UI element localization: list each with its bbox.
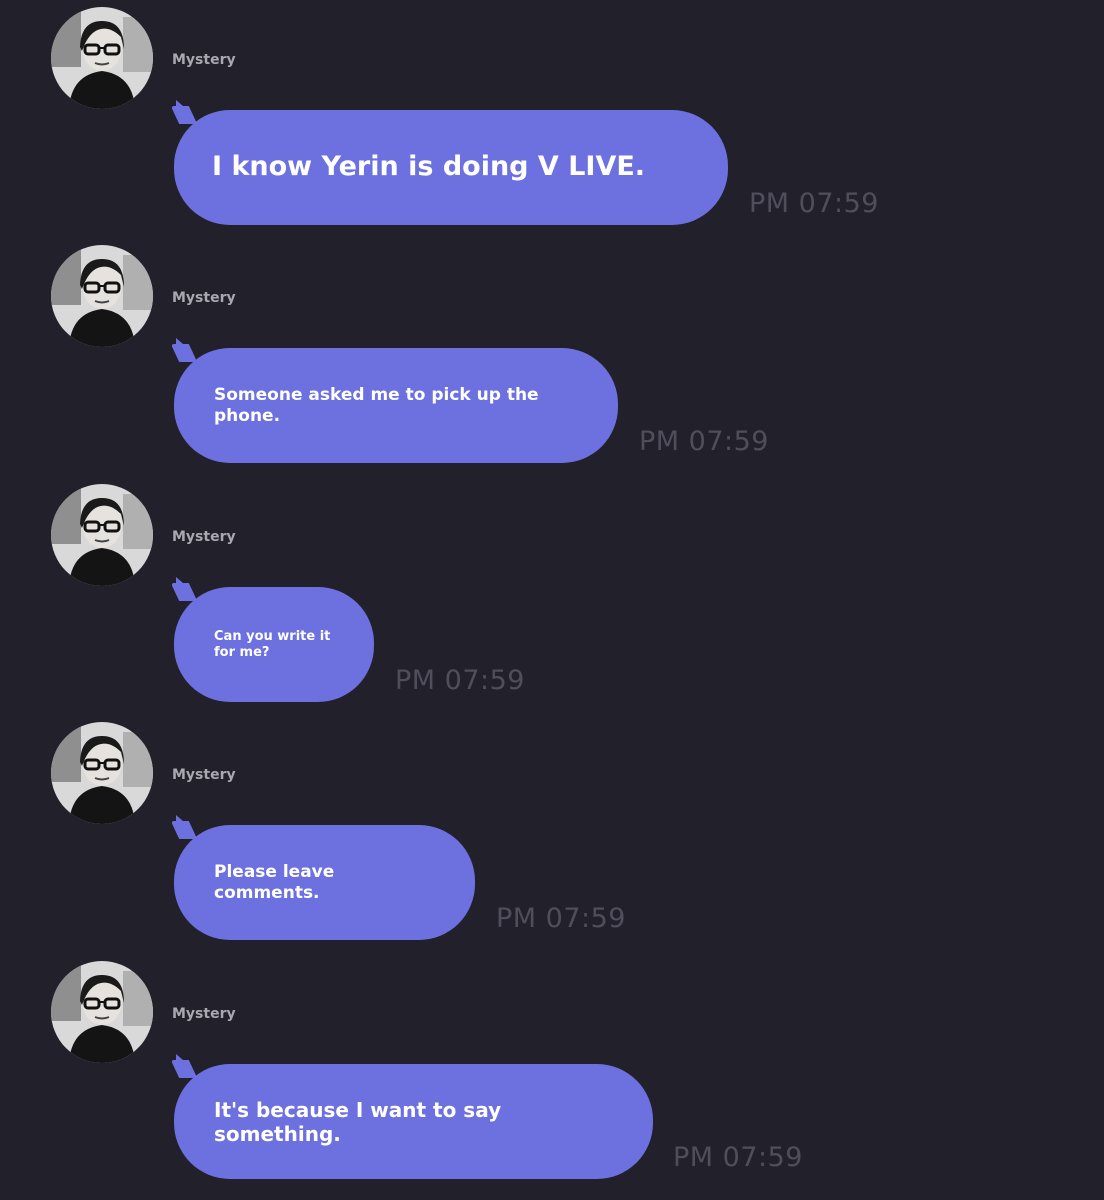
avatar[interactable] [51, 722, 153, 824]
message-item: Mystery Please leave comments. PM 07:59 [0, 715, 1104, 953]
message-text: Please leave comments. [214, 862, 335, 903]
avatar[interactable] [51, 245, 153, 347]
message-item: Mystery I know Yerin is doing V LIVE. PM… [0, 0, 1104, 238]
sender-name: Mystery [172, 767, 236, 783]
chat-log: Mystery I know Yerin is doing V LIVE. PM… [0, 0, 1104, 1200]
sender-name: Mystery [172, 1006, 236, 1022]
message-item: Mystery It's because I want to say somet… [0, 954, 1104, 1192]
avatar[interactable] [51, 7, 153, 109]
message-time: PM 07:59 [496, 903, 626, 934]
message-bubble[interactable]: Can you write it for me? [174, 577, 374, 702]
message-item: Mystery Someone asked me to pick up the … [0, 238, 1104, 476]
avatar-image-icon [51, 484, 153, 586]
message-time: PM 07:59 [749, 188, 879, 219]
message-text: Can you write it for me? [214, 628, 331, 660]
message-text: It's because I want to say something. [214, 1097, 502, 1146]
message-bubble[interactable]: Please leave comments. [174, 815, 475, 940]
message-bubble[interactable]: It's because I want to say something. [174, 1054, 653, 1179]
message-item: Mystery Can you write it for me? PM 07:5… [0, 477, 1104, 715]
avatar-image-icon [51, 722, 153, 824]
avatar[interactable] [51, 484, 153, 586]
sender-name: Mystery [172, 52, 236, 68]
message-time: PM 07:59 [395, 665, 525, 696]
message-bubble[interactable]: I know Yerin is doing V LIVE. [174, 100, 728, 225]
sender-name: Mystery [172, 529, 236, 545]
sender-name: Mystery [172, 290, 236, 306]
message-time: PM 07:59 [673, 1142, 803, 1173]
message-text: Someone asked me to pick up the phone. [214, 385, 539, 426]
message-text: I know Yerin is doing V LIVE. [212, 151, 646, 183]
avatar-image-icon [51, 7, 153, 109]
avatar-image-icon [51, 245, 153, 347]
avatar[interactable] [51, 961, 153, 1063]
avatar-image-icon [51, 961, 153, 1063]
message-bubble[interactable]: Someone asked me to pick up the phone. [174, 338, 618, 463]
message-time: PM 07:59 [639, 426, 769, 457]
